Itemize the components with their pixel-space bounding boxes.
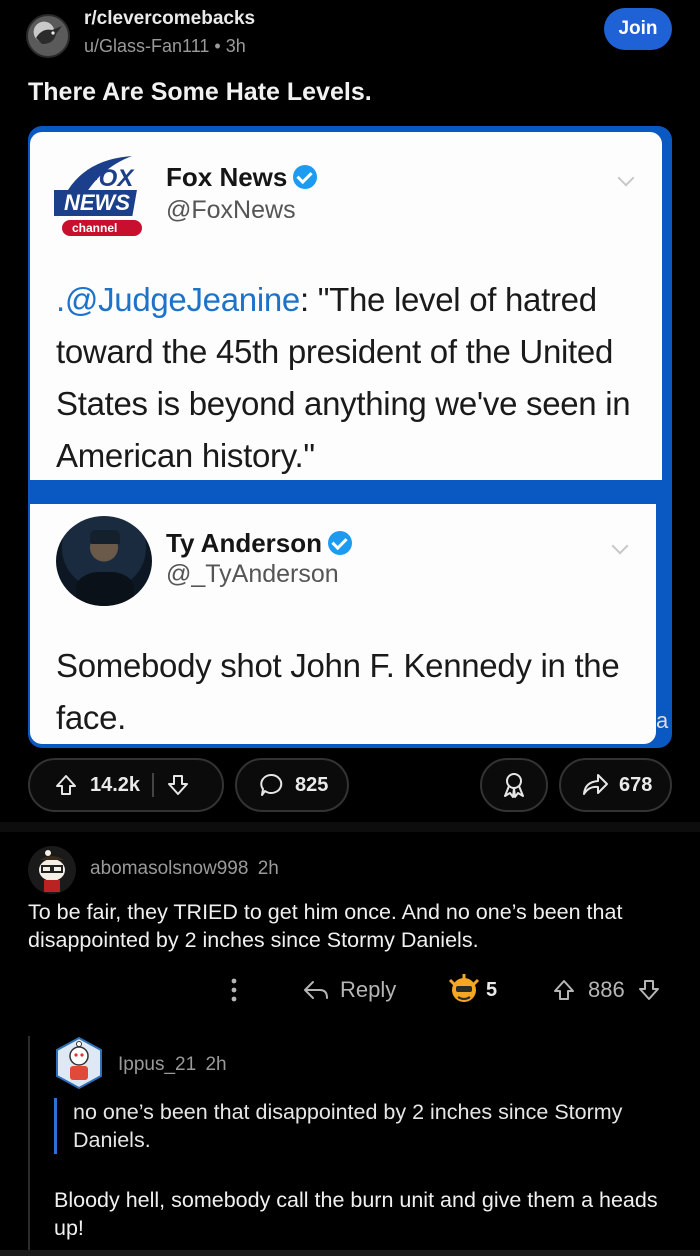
post-image[interactable]: FOX NEWS channel Fox News @FoxNews .@Jud…: [28, 126, 672, 748]
share-count: 678: [619, 773, 653, 796]
reply-author: Ippus_21 2h: [118, 1054, 227, 1076]
svg-text:FOX: FOX: [84, 165, 135, 192]
vote-divider: [152, 773, 155, 797]
fox-news-logo: FOX NEWS channel: [54, 150, 150, 240]
award-button[interactable]: [480, 758, 548, 812]
post-time: 3h: [225, 36, 246, 56]
reply-icon: [304, 981, 328, 999]
tweet-handle: @_TyAnderson: [166, 560, 339, 588]
comment-vote-count: 886: [588, 977, 625, 1002]
reply-label: Reply: [340, 977, 397, 1002]
comment-votes: 886: [552, 968, 661, 1012]
gold-award-icon: [448, 974, 480, 1002]
snoo-avatar-icon: [39, 850, 65, 892]
post-author[interactable]: u/Glass-Fan111: [84, 36, 209, 56]
vote-count: 14.2k: [90, 773, 141, 796]
comment-text: To be fair, they TRIED to get him once. …: [28, 900, 623, 952]
avatar[interactable]: [54, 1036, 104, 1090]
award-count: 5: [486, 978, 498, 1001]
tweet-ty-anderson: Ty Anderson @_TyAnderson Somebody shot J…: [30, 504, 656, 744]
share-button[interactable]: 678: [559, 758, 672, 812]
comment-icon: [260, 773, 283, 796]
meta-dot: •: [214, 36, 226, 56]
downvote-icon[interactable]: [637, 978, 661, 1002]
subreddit-avatar[interactable]: [26, 14, 70, 58]
divider: [0, 822, 700, 832]
comment-author: abomasolsnow998 2h: [90, 858, 279, 880]
comment-time: 2h: [257, 858, 279, 879]
chevron-down-icon: [611, 537, 629, 555]
comment-award[interactable]: 5: [446, 968, 497, 1012]
thread-line[interactable]: [28, 1036, 30, 1256]
subreddit-name[interactable]: r/clevercomebacks: [84, 8, 255, 30]
verified-icon: [293, 165, 318, 189]
reply-author-name[interactable]: Ippus_21: [118, 1054, 196, 1075]
tweet-mention: .@JudgeJeanine: [56, 281, 300, 318]
tweet-author-name: Ty Anderson: [166, 528, 353, 559]
share-icon: [583, 774, 608, 795]
avatar[interactable]: [28, 846, 76, 894]
tweet-handle: @FoxNews: [166, 196, 296, 224]
reply-quote: no one’s been that disappointed by 2 inc…: [54, 1098, 654, 1154]
bird-icon: [36, 26, 62, 44]
reply-text: Bloody hell, somebody call the burn unit…: [54, 1188, 658, 1240]
upvote-icon[interactable]: [552, 978, 576, 1002]
post-title[interactable]: There Are Some Hate Levels.: [28, 78, 372, 107]
tweet-body: Somebody shot John F. Kennedy in the fac…: [56, 647, 620, 736]
verified-icon: [328, 531, 353, 555]
award-icon: [504, 773, 524, 798]
tweet-body: .@JudgeJeanine: "The level of hatred tow…: [56, 274, 646, 482]
tweet-author-name: Fox News: [166, 162, 318, 193]
downvote-icon[interactable]: [166, 773, 190, 797]
reply-time: 2h: [205, 1054, 227, 1075]
tweet-fox-news: FOX NEWS channel Fox News @FoxNews .@Jud…: [30, 132, 662, 480]
join-button[interactable]: Join: [604, 8, 672, 50]
tweet-author-name-text: Ty Anderson: [166, 528, 323, 558]
reply-button[interactable]: Reply: [302, 968, 396, 1012]
avatar: [56, 516, 152, 606]
comment-count: 825: [295, 773, 329, 796]
comments-button[interactable]: 825: [235, 758, 349, 812]
comment-author-name[interactable]: abomasolsnow998: [90, 858, 248, 879]
more-options-button[interactable]: [224, 968, 244, 1012]
snoo-avatar-icon: [56, 1036, 102, 1090]
upvote-icon[interactable]: [54, 773, 78, 797]
svg-text:channel: channel: [72, 221, 117, 235]
chevron-down-icon: [617, 169, 635, 187]
post-header: r/clevercomebacks u/Glass-Fan111 • 3h Jo…: [0, 0, 700, 70]
bottom-bar: [0, 1250, 700, 1256]
svg-text:NEWS: NEWS: [64, 190, 130, 215]
tweet-author-name-text: Fox News: [166, 162, 288, 192]
cropped-letter: a: [656, 708, 669, 733]
vote-pill: 14.2k: [28, 758, 224, 812]
post-meta: u/Glass-Fan111 • 3h: [84, 36, 246, 57]
more-options-icon: [231, 978, 237, 1002]
